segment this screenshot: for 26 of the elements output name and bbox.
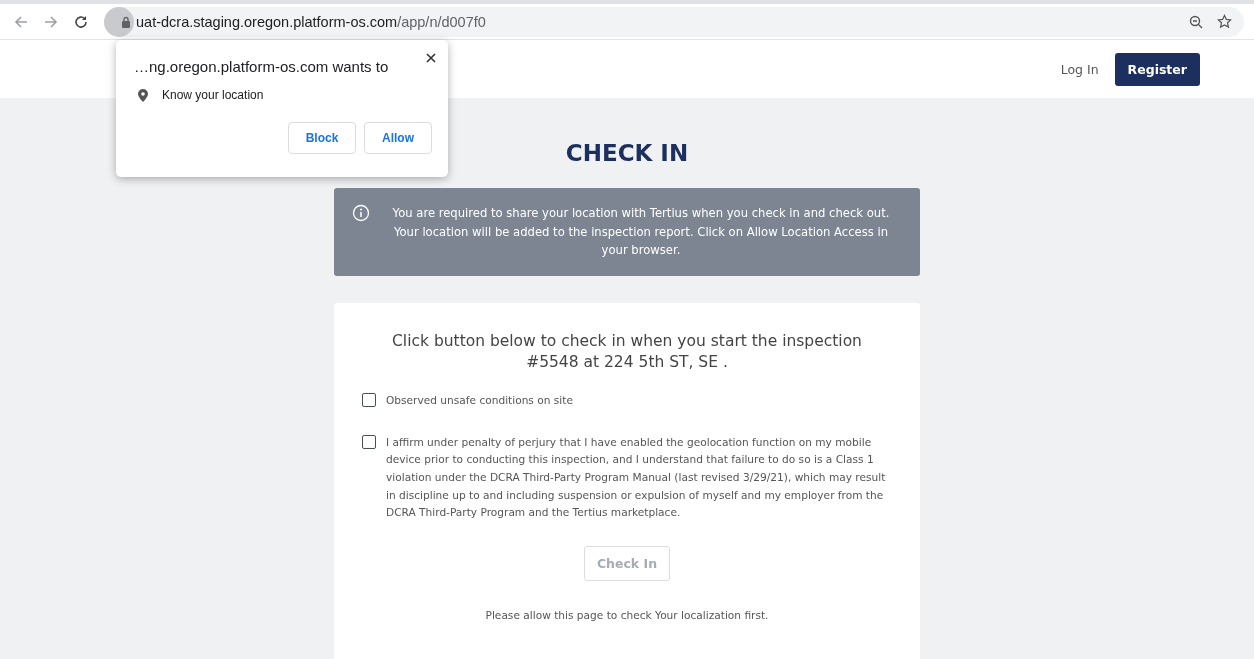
zoom-out-icon[interactable] — [1189, 14, 1203, 29]
info-icon — [352, 204, 370, 222]
checkbox-label: Observed unsafe conditions on site — [386, 393, 573, 408]
register-button[interactable]: Register — [1114, 52, 1200, 86]
forward-icon[interactable] — [44, 14, 58, 29]
popup-title: …ng.oregon.platform-os.com wants to — [134, 58, 390, 75]
url-host: uat-dcra.staging.oregon.platform-os.com — [136, 13, 398, 30]
address-bar[interactable]: uat-dcra.staging.oregon.platform-os.com/app/n/d007f0 — [104, 6, 1244, 37]
login-link[interactable]: Log In — [1060, 61, 1099, 77]
alert-text: You are required to share your location with Tertius when you check in and check out. Your location will be added to the inspection report. Click on Allow Location Access in your browser. — [391, 205, 891, 260]
permission-button[interactable]: Allow — [364, 122, 432, 154]
permission-request: Know your location — [162, 88, 264, 102]
intro-text: Click button below to check in when you start the inspection #5548 at 224 5th ST, SE . — [391, 330, 863, 374]
url-path: /app/n/d007f0 — [397, 13, 486, 30]
star-icon[interactable] — [1217, 14, 1232, 29]
permission-button[interactable]: Block — [288, 122, 356, 154]
back-icon[interactable] — [14, 14, 28, 29]
lock-icon[interactable] — [104, 6, 134, 37]
checkbox-label: I affirm under penalty of perjury that I have enabled the geolocation function on my mobile device prior to conducting this inspection, and I understand that failure to do so is a Class 1 violation under the DCRA Third-Party Program Manual (last revised 3/29/21), which may result in discipline up to and including suspension or expulsion of myself and my employer from the DCRA Third-Party Program and the Tertius marketplace. — [386, 434, 887, 521]
reload-icon[interactable] — [74, 14, 88, 29]
note-text: Please allow this page to check Your localization first. — [484, 609, 770, 622]
close-icon[interactable] — [426, 53, 436, 63]
checkbox[interactable] — [362, 393, 376, 407]
location-pin-icon — [138, 88, 148, 102]
page-title: CHECK IN — [564, 140, 690, 166]
checkbox[interactable] — [362, 434, 376, 449]
